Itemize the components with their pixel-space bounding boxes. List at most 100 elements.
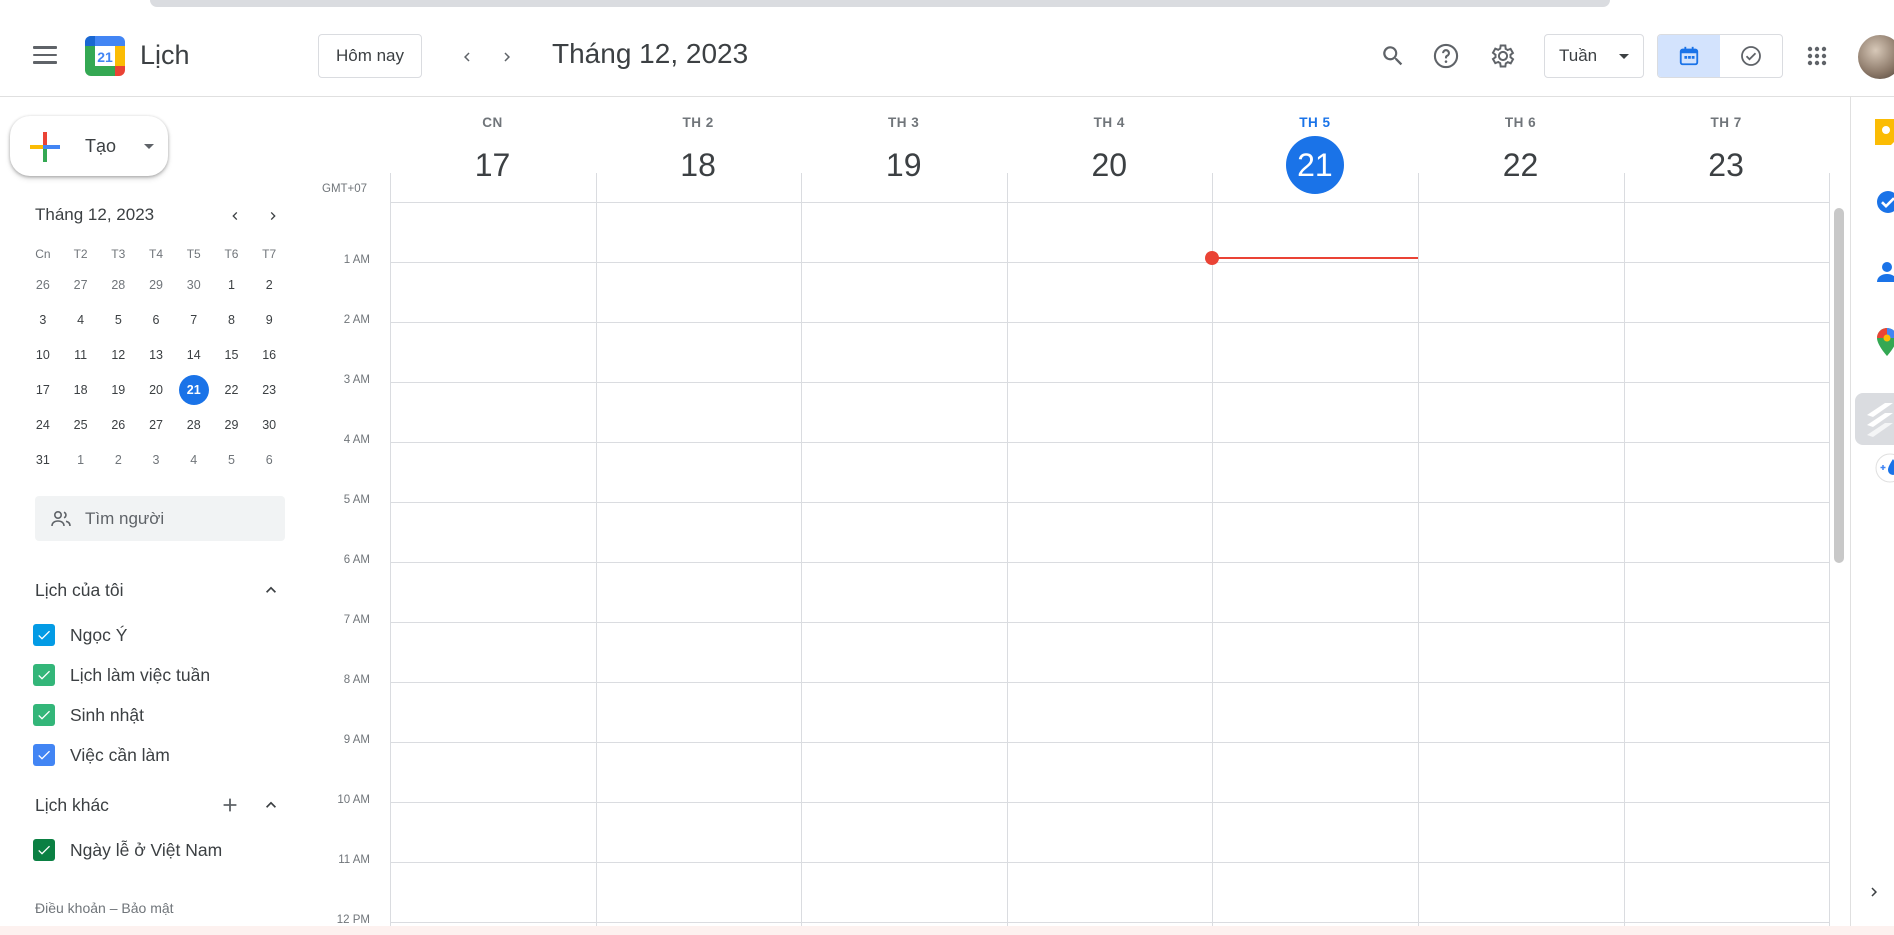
mini-calendar-day[interactable]: 29: [216, 410, 246, 440]
calendar-logo-icon[interactable]: 21: [85, 36, 125, 76]
check-icon: [38, 670, 50, 680]
day-name: TH 5: [1299, 115, 1331, 130]
mini-calendar-day[interactable]: 24: [28, 410, 58, 440]
mini-calendar-day[interactable]: 26: [103, 410, 133, 440]
mini-calendar-day[interactable]: 31: [28, 445, 58, 475]
gear-icon[interactable]: [1486, 39, 1520, 73]
app-name: Lịch: [140, 40, 190, 70]
calendar-list-item[interactable]: Việc cần làm: [33, 741, 170, 769]
maps-icon[interactable]: [1875, 327, 1894, 357]
mini-calendar-next-button[interactable]: [260, 203, 286, 229]
tasks-view-toggle[interactable]: [1720, 35, 1782, 77]
grid-scrollbar[interactable]: [1834, 208, 1844, 563]
mini-calendar-day[interactable]: 16: [254, 340, 284, 370]
mini-calendar-day[interactable]: 2: [103, 445, 133, 475]
next-week-button[interactable]: [492, 42, 522, 72]
mini-calendar-day[interactable]: 5: [103, 305, 133, 335]
mini-calendar-day[interactable]: 25: [66, 410, 96, 440]
mini-calendar-day[interactable]: 2: [254, 270, 284, 300]
period-title: Tháng 12, 2023: [552, 38, 749, 69]
mini-calendar-day[interactable]: 22: [216, 375, 246, 405]
mini-calendar-day-cell: 6: [250, 442, 288, 477]
calendar-label: Lịch làm việc tuần: [70, 664, 211, 685]
collapse-my-calendars-button[interactable]: [257, 576, 285, 604]
calendar-checkbox[interactable]: [33, 664, 55, 686]
mini-calendar-day[interactable]: 1: [216, 270, 246, 300]
browser-address-bar[interactable]: [150, 0, 1610, 7]
hour-gridline: [390, 382, 1830, 383]
previous-week-button[interactable]: [452, 42, 482, 72]
mini-calendar-week-row: 24 25 26 27 28 29 30: [24, 407, 288, 442]
calendar-list-item[interactable]: Ngọc Ý: [33, 621, 127, 649]
week-time-grid[interactable]: [390, 173, 1831, 935]
mini-calendar-day[interactable]: 3: [141, 445, 171, 475]
view-select-label: Tuần: [1559, 46, 1598, 65]
contacts-icon[interactable]: [1875, 257, 1894, 287]
mini-calendar-day[interactable]: 18: [66, 375, 96, 405]
mini-calendar-day[interactable]: 29: [141, 270, 171, 300]
search-people-input[interactable]: Tìm người: [35, 496, 285, 541]
mini-calendar-day[interactable]: 1: [66, 445, 96, 475]
chevron-left-icon: [232, 212, 238, 220]
mini-calendar-day[interactable]: 15: [216, 340, 246, 370]
calendar-checkbox[interactable]: [33, 624, 55, 646]
mini-calendar-day[interactable]: 26: [28, 270, 58, 300]
mini-calendar-day[interactable]: 3: [28, 305, 58, 335]
calendar-checkbox[interactable]: [33, 704, 55, 726]
today-button[interactable]: Hôm nay: [318, 34, 422, 78]
calendar-list-item[interactable]: Lịch làm việc tuần: [33, 661, 210, 689]
mini-calendar-day[interactable]: 4: [179, 445, 209, 475]
weather-addon-icon[interactable]: [1875, 453, 1894, 483]
mini-calendar-day[interactable]: 20: [141, 375, 171, 405]
mini-calendar-day[interactable]: 7: [179, 305, 209, 335]
mini-calendar-day[interactable]: 8: [216, 305, 246, 335]
chevron-up-icon: [266, 801, 276, 808]
mini-calendar-day[interactable]: 30: [254, 410, 284, 440]
addon-icon[interactable]: [1855, 393, 1894, 445]
view-select-dropdown[interactable]: Tuần: [1544, 34, 1644, 78]
collapse-other-calendars-button[interactable]: [257, 791, 285, 819]
account-avatar[interactable]: [1858, 35, 1894, 79]
mini-calendar-day[interactable]: 28: [179, 410, 209, 440]
mini-calendar-day[interactable]: 6: [141, 305, 171, 335]
mini-calendar-day[interactable]: 11: [66, 340, 96, 370]
mini-calendar-day[interactable]: 12: [103, 340, 133, 370]
mini-calendar-day[interactable]: 30: [179, 270, 209, 300]
mini-calendar-day[interactable]: 23: [254, 375, 284, 405]
mini-calendar-day[interactable]: 14: [179, 340, 209, 370]
privacy-link[interactable]: Bảo mật: [121, 900, 173, 916]
calendar-checkbox[interactable]: [33, 839, 55, 861]
mini-calendar-day[interactable]: 6: [254, 445, 284, 475]
tasks-icon[interactable]: [1875, 187, 1894, 217]
mini-calendar-prev-button[interactable]: [222, 203, 248, 229]
apps-grid-icon[interactable]: [1800, 39, 1834, 73]
mini-calendar-day[interactable]: 10: [28, 340, 58, 370]
calendar-view-toggle[interactable]: [1658, 35, 1720, 77]
mini-calendar-day[interactable]: 4: [66, 305, 96, 335]
my-calendars-title: Lịch của tôi: [35, 580, 124, 600]
terms-link[interactable]: Điều khoản: [35, 900, 106, 916]
mini-calendar-day[interactable]: 19: [103, 375, 133, 405]
expand-panel-icon[interactable]: [1865, 877, 1894, 907]
main-menu-icon[interactable]: [30, 46, 60, 66]
calendar-checkbox[interactable]: [33, 744, 55, 766]
help-icon[interactable]: [1429, 39, 1463, 73]
calendar-list-item[interactable]: Sinh nhật: [33, 701, 144, 729]
mini-calendar-day-cell: 5: [99, 302, 137, 337]
mini-calendar-day[interactable]: 13: [141, 340, 171, 370]
mini-calendar-day[interactable]: 9: [254, 305, 284, 335]
mini-calendar-day[interactable]: 27: [66, 270, 96, 300]
add-other-calendar-button[interactable]: [216, 791, 244, 819]
keep-icon[interactable]: [1875, 117, 1894, 147]
calendar-list-item[interactable]: Ngày lễ ở Việt Nam: [33, 836, 222, 864]
mini-calendar-day[interactable]: 28: [103, 270, 133, 300]
current-time-line: [1212, 257, 1418, 259]
mini-calendar-day[interactable]: 17: [28, 375, 58, 405]
mini-calendar-day[interactable]: 21: [178, 374, 209, 405]
mini-calendar-day[interactable]: 5: [216, 445, 246, 475]
create-button[interactable]: Tạo: [10, 116, 168, 176]
search-icon[interactable]: [1376, 39, 1410, 73]
mini-calendar-day-cell: 11: [62, 337, 100, 372]
mini-calendar-day[interactable]: 27: [141, 410, 171, 440]
day-name: CN: [482, 115, 503, 130]
